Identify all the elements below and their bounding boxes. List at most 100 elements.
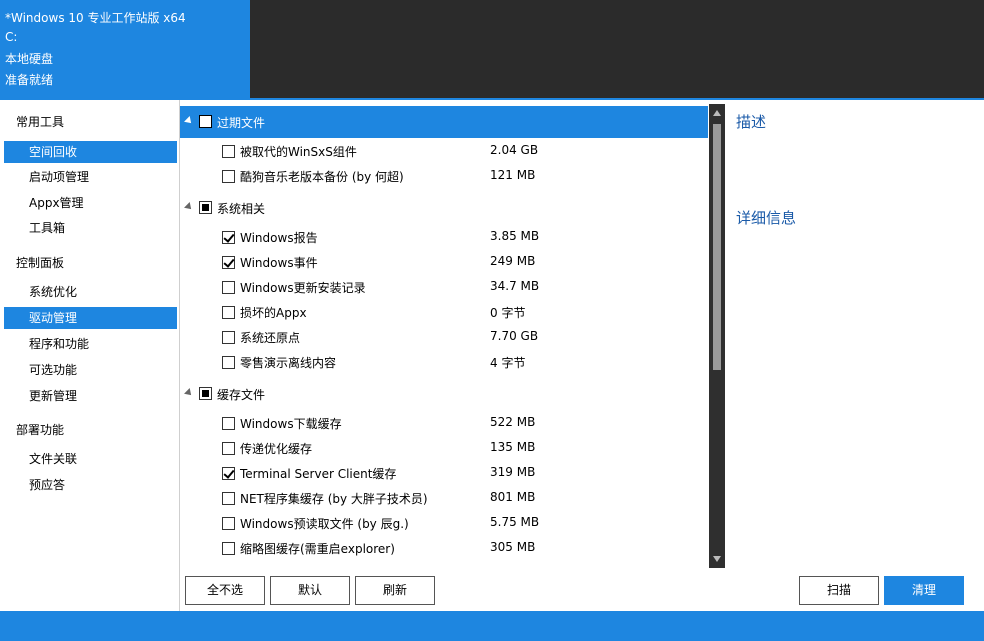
item-checkbox[interactable]: [222, 467, 235, 480]
cleanup-tree: 过期文件 被取代的WinSxS组件 2.04 GB 酷狗音乐老版本备份 (by …: [180, 100, 708, 568]
tree-group-cache[interactable]: 缓存文件: [180, 378, 708, 410]
sidebar-item-programs-features[interactable]: 程序和功能: [4, 333, 177, 355]
group-checkbox[interactable]: [199, 201, 212, 214]
item-size: 2.04 GB: [490, 143, 539, 157]
item-size: 4 字节: [490, 356, 526, 370]
item-checkbox[interactable]: [222, 145, 235, 158]
item-size: 522 MB: [490, 415, 536, 429]
item-checkbox[interactable]: [222, 231, 235, 244]
sidebar-item-space-recovery[interactable]: 空间回收: [4, 141, 177, 163]
item-checkbox[interactable]: [222, 442, 235, 455]
deselect-all-button[interactable]: 全不选: [185, 576, 265, 605]
tree-scrollbar[interactable]: [709, 104, 725, 568]
tree-item[interactable]: 损坏的Appx 0 字节: [180, 300, 708, 325]
tree-item[interactable]: 系统还原点 7.70 GB: [180, 325, 708, 350]
item-checkbox[interactable]: [222, 356, 235, 369]
tree-group-expired-files[interactable]: 过期文件: [180, 106, 708, 138]
sidebar-item-optional-features[interactable]: 可选功能: [4, 359, 177, 381]
group-label: 过期文件: [217, 116, 266, 130]
item-label: Terminal Server Client缓存: [240, 467, 397, 481]
item-label: Windows预读取文件 (by 辰g.): [240, 517, 409, 531]
tree-group-system[interactable]: 系统相关: [180, 192, 708, 224]
item-checkbox[interactable]: [222, 517, 235, 530]
scrollbar-thumb[interactable]: [713, 124, 721, 370]
default-button[interactable]: 默认: [270, 576, 350, 605]
item-label: 缩略图缓存(需重启explorer): [240, 542, 395, 556]
item-size: 0 字节: [490, 306, 526, 320]
item-label: Windows报告: [240, 231, 318, 245]
tree-item[interactable]: Terminal Server Client缓存 319 MB: [180, 461, 708, 486]
clean-button[interactable]: 清理: [884, 576, 964, 605]
sidebar-item-startup-manager[interactable]: 启动项管理: [4, 166, 177, 188]
collapse-triangle-icon[interactable]: [184, 116, 194, 126]
item-checkbox[interactable]: [222, 542, 235, 555]
tree-item[interactable]: Windows预读取文件 (by 辰g.) 5.75 MB: [180, 511, 708, 536]
tree-item[interactable]: Windows下载缓存 522 MB: [180, 411, 708, 436]
group-label: 系统相关: [217, 202, 266, 216]
item-checkbox[interactable]: [222, 492, 235, 505]
sidebar-item-update-manager[interactable]: 更新管理: [4, 385, 177, 407]
item-label: 被取代的WinSxS组件: [240, 145, 357, 159]
group-checkbox[interactable]: [199, 387, 212, 400]
tree-item[interactable]: 酷狗音乐老版本备份 (by 何超) 121 MB: [180, 164, 708, 189]
refresh-button[interactable]: 刷新: [355, 576, 435, 605]
item-size: 135 MB: [490, 440, 536, 454]
sidebar-item-file-association[interactable]: 文件关联: [4, 448, 177, 470]
sidebar-item-appx-manager[interactable]: Appx管理: [4, 192, 177, 214]
os-title: *Windows 10 专业工作站版 x64: [5, 11, 186, 25]
item-size: 121 MB: [490, 168, 536, 182]
tree-item[interactable]: Windows事件 249 MB: [180, 250, 708, 275]
tree-item[interactable]: 缩略图缓存(需重启explorer) 305 MB: [180, 536, 708, 561]
item-size: 5.75 MB: [490, 515, 540, 529]
header-dark-area: [250, 0, 984, 98]
item-label: 系统还原点: [240, 331, 301, 345]
item-checkbox[interactable]: [222, 281, 235, 294]
item-label: 酷狗音乐老版本备份 (by 何超): [240, 170, 404, 184]
tree-item[interactable]: 被取代的WinSxS组件 2.04 GB: [180, 139, 708, 164]
item-label: 损坏的Appx: [240, 306, 307, 320]
sidebar-item-driver-manager[interactable]: 驱动管理: [4, 307, 177, 329]
item-checkbox[interactable]: [222, 256, 235, 269]
group-label: 缓存文件: [217, 388, 266, 402]
item-checkbox[interactable]: [222, 170, 235, 183]
group-checkbox[interactable]: [199, 115, 212, 128]
tree-item[interactable]: 传递优化缓存 135 MB: [180, 436, 708, 461]
tree-item[interactable]: Windows报告 3.85 MB: [180, 225, 708, 250]
status-bar: [0, 611, 984, 641]
header-info-panel: *Windows 10 专业工作站版 x64 C: 本地硬盘 准备就绪: [0, 0, 250, 100]
item-size: 7.70 GB: [490, 329, 539, 343]
item-size: 801 MB: [490, 490, 536, 504]
disk-type: 本地硬盘: [5, 52, 54, 66]
sidebar: 常用工具 空间回收 启动项管理 Appx管理 工具箱 控制面板 系统优化 驱动管…: [0, 100, 180, 611]
sidebar-item-unattended[interactable]: 预应答: [4, 474, 177, 496]
item-label: Windows下载缓存: [240, 417, 342, 431]
scroll-up-arrow-icon[interactable]: [713, 110, 721, 116]
item-checkbox[interactable]: [222, 417, 235, 430]
scan-button[interactable]: 扫描: [799, 576, 879, 605]
item-label: Windows更新安装记录: [240, 281, 366, 295]
sidebar-item-system-optimization[interactable]: 系统优化: [4, 281, 177, 303]
tree-item[interactable]: Windows更新安装记录 34.7 MB: [180, 275, 708, 300]
sidebar-section-deployment: 部署功能: [16, 423, 65, 437]
sidebar-item-toolbox[interactable]: 工具箱: [4, 217, 177, 239]
description-title: 描述: [736, 113, 767, 131]
item-label: Windows事件: [240, 256, 318, 270]
item-checkbox[interactable]: [222, 306, 235, 319]
tree-item[interactable]: 零售演示离线内容 4 字节: [180, 350, 708, 375]
item-checkbox[interactable]: [222, 331, 235, 344]
collapse-triangle-icon[interactable]: [184, 202, 194, 212]
item-size: 34.7 MB: [490, 279, 540, 293]
item-label: 零售演示离线内容: [240, 356, 337, 370]
collapse-triangle-icon[interactable]: [184, 388, 194, 398]
sidebar-section-common-tools: 常用工具: [16, 115, 65, 129]
status-text: 准备就绪: [5, 73, 54, 87]
item-label: NET程序集缓存 (by 大胖子技术员): [240, 492, 428, 506]
item-label: 传递优化缓存: [240, 442, 313, 456]
sidebar-section-control-panel: 控制面板: [16, 256, 65, 270]
tree-item[interactable]: NET程序集缓存 (by 大胖子技术员) 801 MB: [180, 486, 708, 511]
item-size: 3.85 MB: [490, 229, 540, 243]
scroll-down-arrow-icon[interactable]: [713, 556, 721, 562]
item-size: 305 MB: [490, 540, 536, 554]
drive-label: C:: [5, 30, 18, 44]
item-size: 319 MB: [490, 465, 536, 479]
